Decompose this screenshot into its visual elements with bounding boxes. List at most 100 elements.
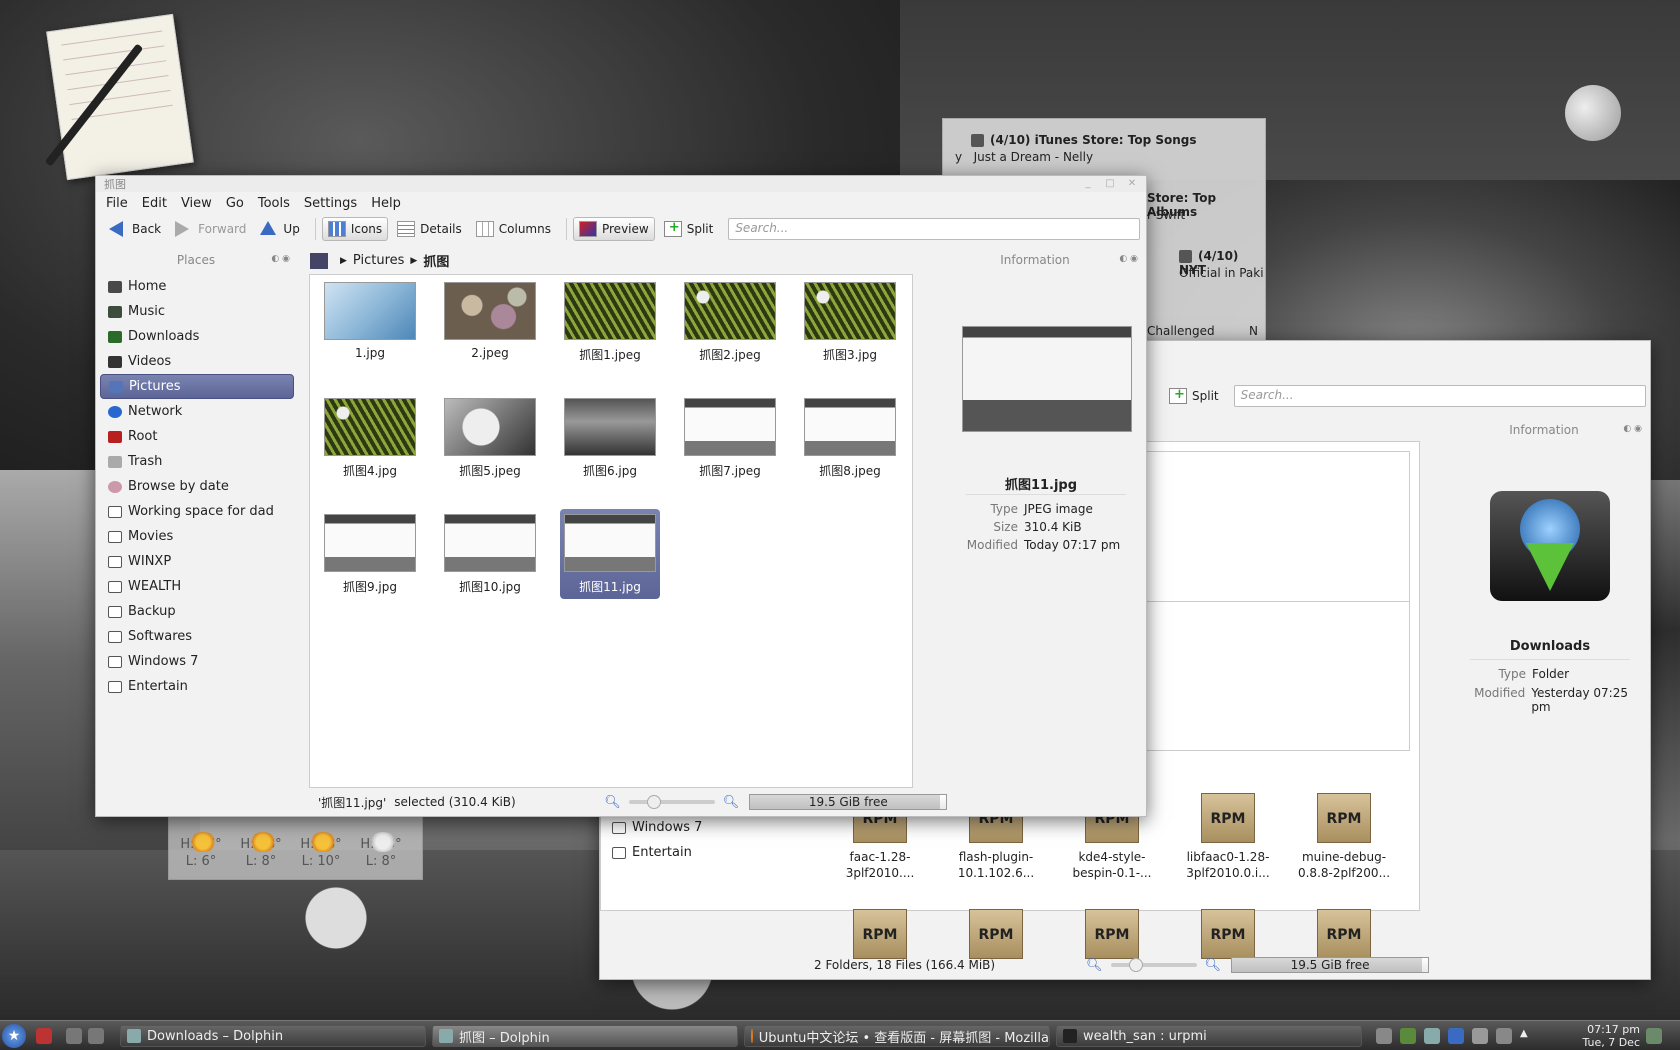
rpm-file[interactable]: RPM libfaac0-1.28- 3plf2010.0.i...: [1169, 793, 1287, 881]
update-tray-icon[interactable]: [1448, 1028, 1464, 1044]
panel-controls-icon[interactable]: ◐ ◉: [271, 254, 290, 264]
kde-menu-icon[interactable]: ★: [2, 1024, 26, 1048]
zoom-out-icon[interactable]: 🔍︎: [1086, 958, 1103, 973]
place-entertain[interactable]: Entertain: [100, 674, 294, 699]
back-place-item[interactable]: Entertain: [604, 840, 804, 865]
place-downloads[interactable]: Downloads: [100, 324, 294, 349]
pager-icon[interactable]: [66, 1028, 82, 1044]
file-view[interactable]: 1.jpg 2.jpeg 抓图1.jpeg 抓图2.jpeg 抓图3.jpg 抓…: [309, 274, 913, 788]
file-item[interactable]: 抓图8.jpeg: [800, 393, 900, 483]
place-home[interactable]: Home: [100, 274, 294, 299]
place-network[interactable]: Network: [100, 399, 294, 424]
menu-settings[interactable]: Settings: [304, 196, 357, 211]
task-downloads-dolphin[interactable]: Downloads – Dolphin: [120, 1025, 426, 1047]
zoom-in-icon[interactable]: 🔍︎: [1205, 958, 1222, 973]
menu-view[interactable]: View: [181, 196, 212, 211]
panel-controls-icon[interactable]: ◐ ◉: [1623, 424, 1642, 434]
file-item[interactable]: 抓图2.jpeg: [680, 277, 780, 367]
slider-handle[interactable]: [1128, 958, 1143, 972]
breadcrumb-arrow-icon[interactable]: ▶: [410, 256, 417, 266]
file-item[interactable]: 抓图5.jpeg: [440, 393, 540, 483]
zoom-out-icon[interactable]: 🔍︎: [604, 795, 621, 810]
place-videos[interactable]: Videos: [100, 349, 294, 374]
rpm-file[interactable]: RPM: [821, 909, 939, 959]
clock[interactable]: 07:17 pm Tue, 7 Dec: [1582, 1023, 1640, 1049]
file-item[interactable]: 抓图7.jpeg: [680, 393, 780, 483]
file-item[interactable]: 2.jpeg: [440, 277, 540, 367]
place-pictures[interactable]: Pictures: [100, 374, 294, 399]
file-item[interactable]: 抓图6.jpg: [560, 393, 660, 483]
back-search-input[interactable]: Search...: [1233, 385, 1646, 407]
app-launcher-icon[interactable]: [36, 1028, 52, 1044]
place-root[interactable]: Root: [100, 424, 294, 449]
menu-help[interactable]: Help: [371, 196, 401, 211]
rpm-file[interactable]: RPM muine-debug- 0.8.8-2plf200...: [1285, 793, 1403, 881]
file-item[interactable]: 抓图9.jpg: [320, 509, 420, 599]
breadcrumb-current[interactable]: 抓图: [423, 251, 449, 270]
place-working-space[interactable]: Working space for dad: [100, 499, 294, 524]
menu-go[interactable]: Go: [226, 196, 244, 211]
maximize-button[interactable]: □: [1104, 179, 1116, 189]
up-button[interactable]: Up: [255, 217, 304, 241]
rpm-file[interactable]: RPM: [937, 909, 1055, 959]
details-view-button[interactable]: Details: [392, 217, 467, 241]
place-browse-by-date[interactable]: Browse by date: [100, 474, 294, 499]
rpm-file[interactable]: RPM: [1285, 909, 1403, 959]
menu-file[interactable]: File: [106, 196, 128, 211]
place-trash[interactable]: Trash: [100, 449, 294, 474]
place-music[interactable]: Music: [100, 299, 294, 324]
back-split-button[interactable]: Split: [1164, 384, 1224, 408]
task-pictures-dolphin[interactable]: 抓图 – Dolphin: [432, 1025, 738, 1047]
place-movies[interactable]: Movies: [100, 524, 294, 549]
minimize-button[interactable]: _: [1082, 179, 1094, 189]
file-item[interactable]: 1.jpg: [320, 277, 420, 367]
file-item-selected[interactable]: 抓图11.jpg: [560, 509, 660, 599]
zoom-slider[interactable]: [628, 795, 715, 809]
package-tray-icon[interactable]: [1400, 1028, 1416, 1044]
rpm-file[interactable]: RPM: [1053, 909, 1171, 959]
preview-button[interactable]: Preview: [572, 217, 655, 241]
pager-icon[interactable]: [88, 1028, 104, 1044]
menu-tools[interactable]: Tools: [258, 196, 290, 211]
file-item[interactable]: 抓图10.jpg: [440, 509, 540, 599]
icons-view-button[interactable]: Icons: [321, 217, 389, 241]
close-button[interactable]: ✕: [1126, 179, 1138, 189]
show-desktop-icon[interactable]: [1646, 1028, 1662, 1044]
wifi-icon[interactable]: [1496, 1028, 1512, 1044]
slider-handle[interactable]: [646, 795, 661, 809]
panel-controls-icon[interactable]: ◐ ◉: [1119, 254, 1138, 264]
columns-view-button[interactable]: Columns: [471, 217, 556, 241]
file-item[interactable]: 抓图1.jpeg: [560, 277, 660, 367]
expand-tray-icon[interactable]: ▲: [1520, 1028, 1536, 1044]
pictures-dolphin-window[interactable]: 抓图 _ □ ✕ File Edit View Go Tools Setting…: [95, 175, 1147, 817]
back-button[interactable]: Back: [104, 217, 166, 241]
menu-edit[interactable]: Edit: [142, 196, 167, 211]
back-place-item[interactable]: Windows 7: [604, 815, 804, 840]
zoom-in-icon[interactable]: 🔍︎: [723, 795, 740, 810]
notes-widget[interactable]: [46, 13, 194, 181]
root-folder-icon: [108, 430, 122, 443]
rpm-file[interactable]: RPM: [1169, 909, 1287, 959]
file-item[interactable]: 抓图4.jpg: [320, 393, 420, 483]
place-backup[interactable]: Backup: [100, 599, 294, 624]
forward-button[interactable]: Forward: [170, 217, 251, 241]
info-tray-icon[interactable]: [1376, 1028, 1392, 1044]
split-button[interactable]: Split: [659, 217, 719, 241]
place-softwares[interactable]: Softwares: [100, 624, 294, 649]
back-zoom-slider[interactable]: [1110, 958, 1197, 972]
breadcrumb-arrow-icon[interactable]: ▶: [340, 256, 347, 266]
search-input[interactable]: Search...: [728, 218, 1140, 240]
place-winxp[interactable]: WINXP: [100, 549, 294, 574]
network-tray-icon[interactable]: [1424, 1028, 1440, 1044]
volume-icon[interactable]: [1472, 1028, 1488, 1044]
news-item[interactable]: (4/10) iTunes Store: Top Songs: [971, 133, 1197, 147]
place-wealth[interactable]: WEALTH: [100, 574, 294, 599]
file-item[interactable]: 抓图3.jpg: [800, 277, 900, 367]
window-titlebar[interactable]: 抓图 _ □ ✕: [96, 176, 1146, 192]
place-windows-7[interactable]: Windows 7: [100, 649, 294, 674]
task-firefox[interactable]: Ubuntu中文论坛 • 查看版面 - 屏幕抓图 - Mozilla: [744, 1025, 1050, 1047]
breadcrumb-pictures[interactable]: Pictures: [353, 253, 404, 268]
task-terminal[interactable]: wealth_san : urpmi: [1056, 1025, 1362, 1047]
terminal-icon: [1063, 1029, 1077, 1043]
pictures-folder-icon[interactable]: [310, 252, 328, 269]
